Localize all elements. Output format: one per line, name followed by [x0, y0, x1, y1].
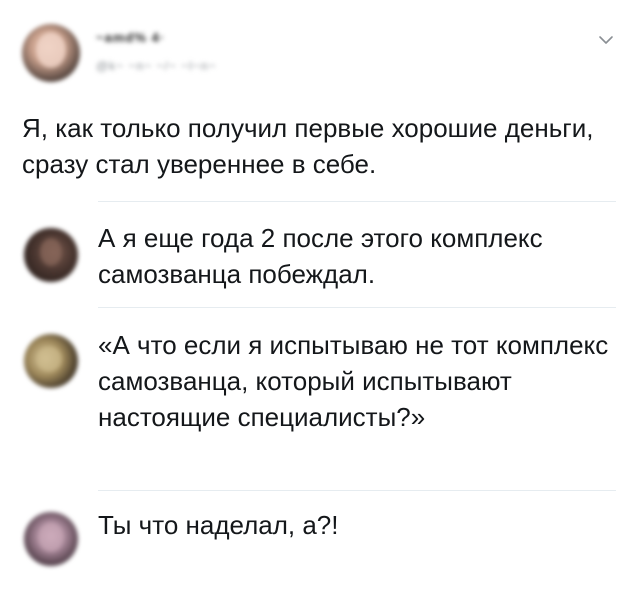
divider — [98, 490, 616, 491]
reply-text: А я еще года 2 после этого комплекс само… — [98, 223, 543, 289]
reply-avatar[interactable] — [24, 334, 78, 388]
author-avatar[interactable] — [22, 24, 80, 82]
chevron-down-icon[interactable] — [596, 30, 616, 50]
reply-text: «А что если я испытываю не тот комплекс … — [98, 330, 609, 432]
reply-text: Ты что наделал, а?! — [98, 510, 339, 540]
tweet-thread: ~amd% 4· @k~ ~n~ ~/~ ~l~n~ Я, как только… — [0, 0, 640, 601]
author-handle[interactable]: @k~ ~n~ ~/~ ~l~n~ — [96, 59, 217, 73]
reply-avatar[interactable] — [24, 512, 78, 566]
divider — [98, 201, 616, 202]
divider — [98, 307, 616, 308]
reply-avatar[interactable] — [24, 228, 78, 282]
tweet-body-text: Я, как только получил первые хорошие ден… — [22, 113, 594, 179]
author-display-name[interactable]: ~amd% 4· — [96, 30, 165, 45]
